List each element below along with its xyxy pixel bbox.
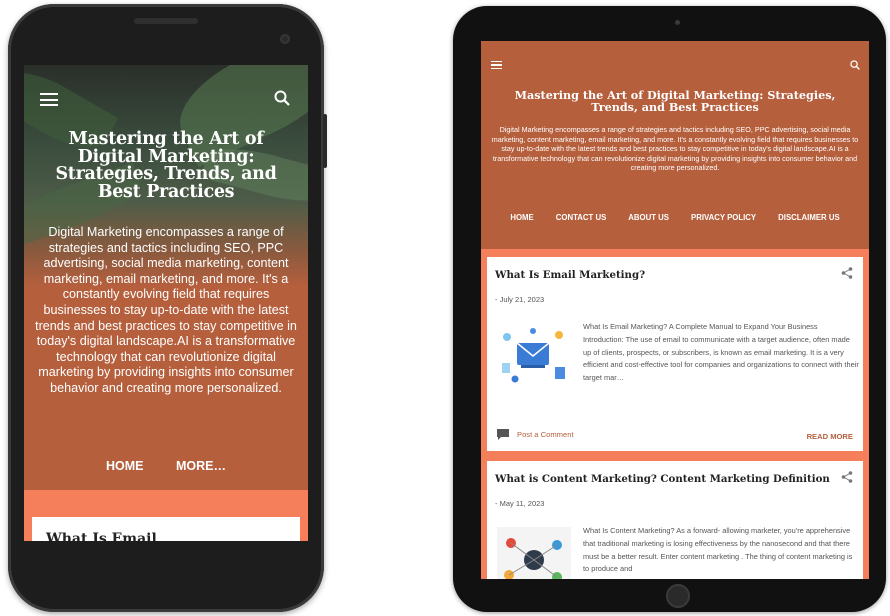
post-card[interactable]: What Is Email: [32, 517, 300, 541]
phone-speaker: [134, 18, 198, 24]
tablet-screen: Mastering the Art of Digital Marketing: …: [481, 41, 869, 579]
menu-icon[interactable]: [40, 93, 58, 106]
blog-title[interactable]: Mastering the Art of Digital Marketing: …: [46, 130, 286, 201]
search-icon[interactable]: [850, 60, 860, 70]
share-icon[interactable]: [841, 267, 853, 279]
post-title[interactable]: What Is Email: [46, 531, 157, 541]
post-a-comment-link[interactable]: Post a Comment: [497, 429, 574, 440]
search-icon[interactable]: [274, 90, 290, 106]
phone-side-button: [323, 114, 327, 168]
tablet-home-button: [666, 584, 690, 608]
nav-home[interactable]: HOME: [106, 459, 144, 473]
tablet-camera: [675, 20, 680, 25]
post-excerpt: What Is Email Marketing? A Complete Manu…: [583, 322, 859, 383]
nav-contact-us[interactable]: CONTACT US: [556, 213, 607, 222]
blog-description: Digital Marketing encompasses a range of…: [491, 125, 859, 173]
read-more-link[interactable]: READ MORE: [807, 432, 853, 441]
post-date: - July 21, 2023: [495, 295, 545, 304]
tablet-nav: HOME CONTACT US ABOUT US PRIVACY POLICY …: [481, 213, 869, 222]
tablet-device: Mastering the Art of Digital Marketing: …: [453, 6, 886, 612]
nav-privacy-policy[interactable]: PRIVACY POLICY: [691, 213, 756, 222]
phone-screen: Mastering the Art of Digital Marketing: …: [24, 65, 308, 541]
post-excerpt: What Is Content Marketing? As a forward-…: [583, 526, 853, 574]
phone-camera: [280, 34, 290, 44]
post-title[interactable]: What is Content Marketing? Content Marke…: [495, 473, 830, 485]
blog-title[interactable]: Mastering the Art of Digital Marketing: …: [501, 89, 849, 113]
comment-icon: [497, 429, 509, 440]
blog-description: Digital Marketing encompasses a range of…: [35, 225, 297, 395]
blog-header: Mastering the Art of Digital Marketing: …: [481, 41, 869, 249]
content-marketing-thumbnail[interactable]: [497, 527, 571, 579]
menu-icon[interactable]: [491, 61, 502, 70]
share-icon[interactable]: [841, 471, 853, 483]
post-a-comment-label[interactable]: Post a Comment: [517, 430, 574, 439]
phone-device: Mastering the Art of Digital Marketing: …: [8, 4, 327, 612]
nav-disclaimer-us[interactable]: DISCLAIMER US: [778, 213, 840, 222]
post-card: What is Content Marketing? Content Marke…: [487, 461, 863, 579]
nav-more[interactable]: MORE…: [176, 459, 226, 473]
post-card: What Is Email Marketing? - July 21, 2023…: [487, 257, 863, 451]
nav-about-us[interactable]: ABOUT US: [628, 213, 669, 222]
phone-nav: HOME MORE…: [24, 457, 308, 475]
email-marketing-thumbnail[interactable]: [497, 323, 571, 389]
post-title[interactable]: What Is Email Marketing?: [495, 269, 645, 281]
nav-home[interactable]: HOME: [510, 213, 533, 222]
post-date: - May 11, 2023: [495, 499, 545, 508]
hero-banner: Mastering the Art of Digital Marketing: …: [24, 65, 308, 490]
